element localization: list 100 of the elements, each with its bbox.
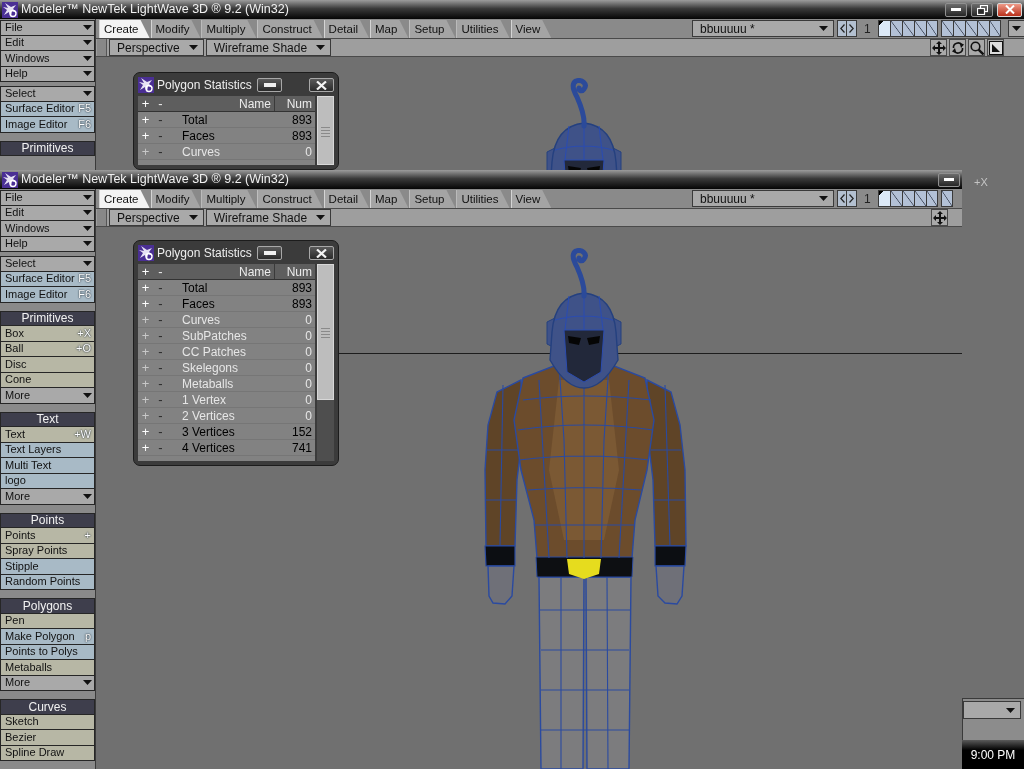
tab[interactable]: Modify (150, 20, 201, 38)
table-cell-text: + (140, 376, 151, 391)
close-button[interactable] (309, 78, 334, 92)
table-cell-text: 1 Vertex (181, 392, 228, 407)
tool-button[interactable]: Metaballs (0, 660, 95, 676)
minimize-button[interactable] (938, 172, 960, 187)
shortcut-label: p (83, 630, 92, 642)
tool-button[interactable]: Stipple (0, 559, 95, 575)
section-header: Primitives (0, 310, 95, 326)
caret-icon (83, 680, 92, 686)
tool-button[interactable]: Make Polygon p (0, 629, 95, 645)
minimize-button[interactable] (257, 78, 282, 92)
tab[interactable]: Map (370, 20, 409, 38)
shortcut-label: F5 (77, 273, 92, 285)
table-cell-text: 0 (304, 376, 313, 391)
tool-button[interactable]: Points + (0, 528, 95, 544)
tool-button[interactable]: Image Editor F6 (0, 117, 95, 133)
tool-button[interactable]: Disc (0, 357, 95, 373)
menu-dropdown[interactable]: More (0, 388, 95, 404)
table-cell-text: 0 (304, 312, 313, 327)
table-cell-text: + (140, 296, 151, 311)
layer-button[interactable] (940, 20, 953, 37)
view-tool-button[interactable] (968, 39, 985, 56)
tab[interactable]: Setup (409, 20, 456, 38)
layer-menu-button[interactable] (1007, 20, 1024, 37)
layer-button[interactable] (877, 20, 890, 37)
tool-button[interactable]: Multi Text (0, 458, 95, 474)
shading-dropdown[interactable]: Wireframe Shade (205, 209, 332, 226)
previous-layer-button[interactable] (837, 190, 847, 207)
table-cell-text: 2 Vertices (181, 408, 236, 423)
tool-button[interactable]: Text +W (0, 427, 95, 443)
layer-button[interactable] (940, 190, 953, 207)
column-header[interactable]: Name (168, 264, 275, 279)
menu-dropdown[interactable]: File (0, 20, 95, 36)
column-header[interactable]: + (138, 264, 153, 279)
table-cell-text: - (157, 408, 164, 423)
view-tool-button[interactable] (930, 39, 947, 56)
tab[interactable]: Setup (409, 190, 456, 208)
layer-button[interactable] (877, 190, 890, 207)
column-header[interactable]: Num (275, 264, 315, 279)
column-header[interactable]: - (153, 96, 168, 111)
menu-dropdown[interactable]: More (0, 489, 95, 505)
table-cell-text: 893 (290, 296, 313, 311)
next-layer-button[interactable] (847, 190, 857, 207)
tab[interactable]: Construct (257, 190, 323, 208)
tab[interactable]: Utilities (456, 20, 510, 38)
menu-dropdown[interactable]: Windows (0, 51, 95, 67)
minimize-button[interactable] (945, 2, 967, 17)
menu-dropdown[interactable]: Select (0, 86, 95, 102)
triangle-square-icon (988, 40, 1003, 55)
app-logo-icon (2, 1, 18, 18)
shading-dropdown[interactable]: Wireframe Shade (205, 39, 332, 56)
shortcut-label: F5 (77, 103, 92, 115)
tool-button[interactable]: Box +X (0, 326, 95, 342)
table-cell-text: + (140, 144, 151, 159)
chevron-left-icon (839, 24, 845, 33)
view-tool-button[interactable] (987, 39, 1004, 56)
tool-button[interactable]: Bezier (0, 730, 95, 746)
bottom-dropdown[interactable] (963, 701, 1021, 719)
tab[interactable]: Detail (323, 190, 369, 208)
table-cell-text: 3 Vertices (181, 424, 236, 439)
shortcut-label: +X (76, 327, 92, 339)
scrollbar-thumb[interactable] (317, 264, 334, 400)
tab[interactable]: Create (99, 190, 150, 208)
column-header[interactable]: Name (168, 96, 275, 111)
shortcut-label: +O (75, 343, 92, 355)
tab[interactable]: Map (370, 190, 409, 208)
previous-layer-button[interactable] (837, 20, 847, 37)
column-header[interactable]: - (153, 264, 168, 279)
tab[interactable]: Construct (257, 20, 323, 38)
minimize-button[interactable] (257, 246, 282, 260)
view-tool-button[interactable] (931, 209, 948, 226)
tab[interactable]: Create (99, 20, 150, 38)
table-cell-text: 0 (304, 144, 313, 159)
tab[interactable]: View (510, 20, 552, 38)
panel-title: Polygon Statistics (157, 77, 252, 94)
scrollbar-thumb[interactable] (317, 96, 334, 165)
tab[interactable]: View (510, 190, 552, 208)
table-cell-text: 0 (304, 392, 313, 407)
tool-button[interactable]: Image Editor F6 (0, 287, 95, 303)
view-tool-button[interactable] (949, 39, 966, 56)
menu-dropdown[interactable]: Select (0, 256, 95, 272)
object-dropdown[interactable]: bbuuuuu * (692, 190, 834, 207)
object-dropdown[interactable]: bbuuuuu * (692, 20, 834, 37)
tab[interactable]: Multiply (201, 190, 257, 208)
shortcut-label: F6 (77, 288, 92, 300)
tab[interactable]: Modify (150, 190, 201, 208)
close-button[interactable] (997, 2, 1022, 17)
restore-button[interactable] (971, 2, 993, 17)
view-dropdown[interactable]: Perspective (109, 39, 204, 56)
close-button[interactable] (309, 246, 334, 260)
column-header[interactable]: + (138, 96, 153, 111)
tab[interactable]: Detail (323, 20, 369, 38)
menu-dropdown[interactable]: Windows (0, 221, 95, 237)
column-header[interactable]: Num (275, 96, 315, 111)
menu-dropdown[interactable]: File (0, 190, 95, 206)
tab[interactable]: Utilities (456, 190, 510, 208)
view-dropdown[interactable]: Perspective (109, 209, 204, 226)
tab[interactable]: Multiply (201, 20, 257, 38)
next-layer-button[interactable] (847, 20, 857, 37)
